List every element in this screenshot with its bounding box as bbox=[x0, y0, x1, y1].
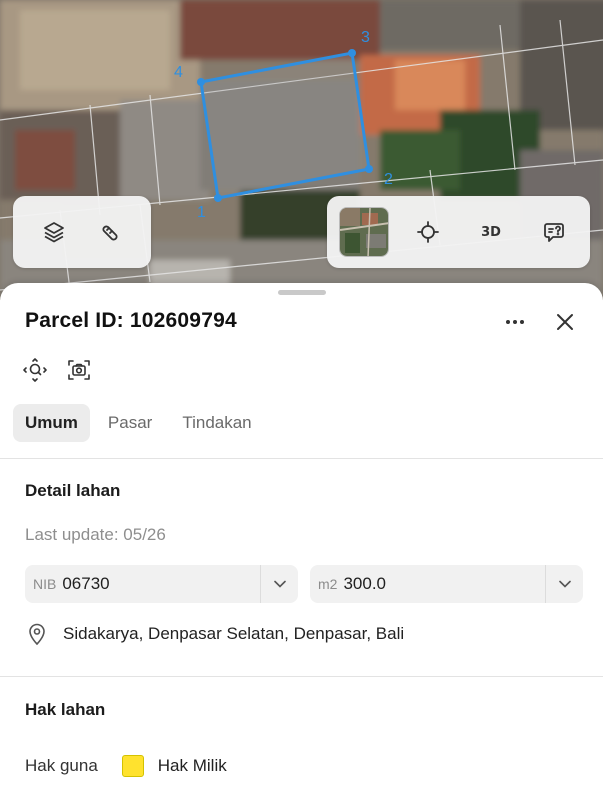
nib-dropdown-button[interactable] bbox=[260, 565, 298, 603]
land-rights-label: Hak guna bbox=[25, 756, 98, 775]
land-detail-heading: Detail lahan bbox=[25, 481, 121, 500]
measure-icon bbox=[101, 225, 118, 241]
feedback-chat-icon bbox=[544, 223, 564, 242]
layers-icon bbox=[43, 222, 64, 243]
chevron-down-icon bbox=[558, 580, 571, 588]
nib-field[interactable]: NIB 06730 bbox=[25, 565, 298, 603]
section-divider bbox=[0, 676, 603, 677]
location-row: Sidakarya, Denpasar Selatan, Denpasar, B… bbox=[25, 622, 404, 646]
zoom-to-fit-icon bbox=[23, 358, 47, 382]
area-field[interactable]: m2 300.0 bbox=[310, 565, 583, 603]
camera-capture-icon bbox=[68, 360, 90, 380]
vertex-label-1: 1 bbox=[197, 204, 206, 221]
tab-umum[interactable]: Umum bbox=[13, 404, 90, 442]
parcel-detail-sheet: Parcel ID: 102609794 Umum Pasar Tindakan… bbox=[0, 283, 603, 804]
more-dots-icon bbox=[506, 320, 524, 324]
tab-pasar[interactable]: Pasar bbox=[96, 404, 164, 442]
screenshot-button[interactable] bbox=[65, 356, 93, 384]
sheet-drag-handle[interactable] bbox=[278, 290, 326, 295]
more-options-button[interactable] bbox=[500, 307, 530, 337]
zoom-to-parcel-button[interactable] bbox=[21, 356, 49, 384]
area-value: 300.0 bbox=[343, 574, 386, 593]
location-text: Sidakarya, Denpasar Selatan, Denpasar, B… bbox=[63, 624, 405, 643]
area-dropdown-button[interactable] bbox=[545, 565, 583, 603]
locate-button[interactable] bbox=[404, 208, 452, 256]
land-rights-heading: Hak lahan bbox=[25, 700, 106, 719]
measure-button[interactable] bbox=[87, 208, 135, 256]
land-rights-value: Hak Milik bbox=[157, 756, 227, 775]
nib-prefix: NIB bbox=[33, 576, 57, 592]
3d-view-icon: 3D bbox=[481, 224, 501, 240]
layers-button[interactable] bbox=[30, 208, 78, 256]
tab-tindakan[interactable]: Tindakan bbox=[170, 404, 263, 442]
location-pin-icon bbox=[29, 623, 45, 646]
nib-value: 06730 bbox=[62, 574, 110, 593]
map-toolbar-right: 3D bbox=[327, 196, 590, 268]
locate-crosshair-icon bbox=[417, 221, 439, 243]
vertex-label-3: 3 bbox=[361, 29, 370, 46]
map-view[interactable]: 1 2 3 4 3D bbox=[0, 0, 603, 300]
map-toolbar-left bbox=[13, 196, 151, 268]
satellite-thumbnail bbox=[340, 208, 388, 256]
basemap-switch-button[interactable] bbox=[339, 207, 389, 257]
last-update-text: Last update: 05/26 bbox=[25, 525, 166, 544]
area-prefix: m2 bbox=[318, 576, 338, 592]
feedback-button[interactable] bbox=[530, 208, 578, 256]
land-rights-color-swatch bbox=[121, 755, 144, 777]
close-icon bbox=[557, 314, 573, 330]
chevron-down-icon bbox=[273, 580, 286, 588]
tabs-divider bbox=[0, 458, 603, 459]
vertex-label-4: 4 bbox=[174, 64, 183, 81]
land-rights-row: Hak guna Hak Milik bbox=[25, 755, 227, 777]
vertex-label-2: 2 bbox=[384, 171, 393, 188]
3d-view-button[interactable]: 3D bbox=[467, 208, 515, 256]
detail-tabs: Umum Pasar Tindakan bbox=[13, 404, 264, 442]
close-button[interactable] bbox=[550, 307, 580, 337]
parcel-title: Parcel ID: 102609794 bbox=[25, 309, 237, 332]
